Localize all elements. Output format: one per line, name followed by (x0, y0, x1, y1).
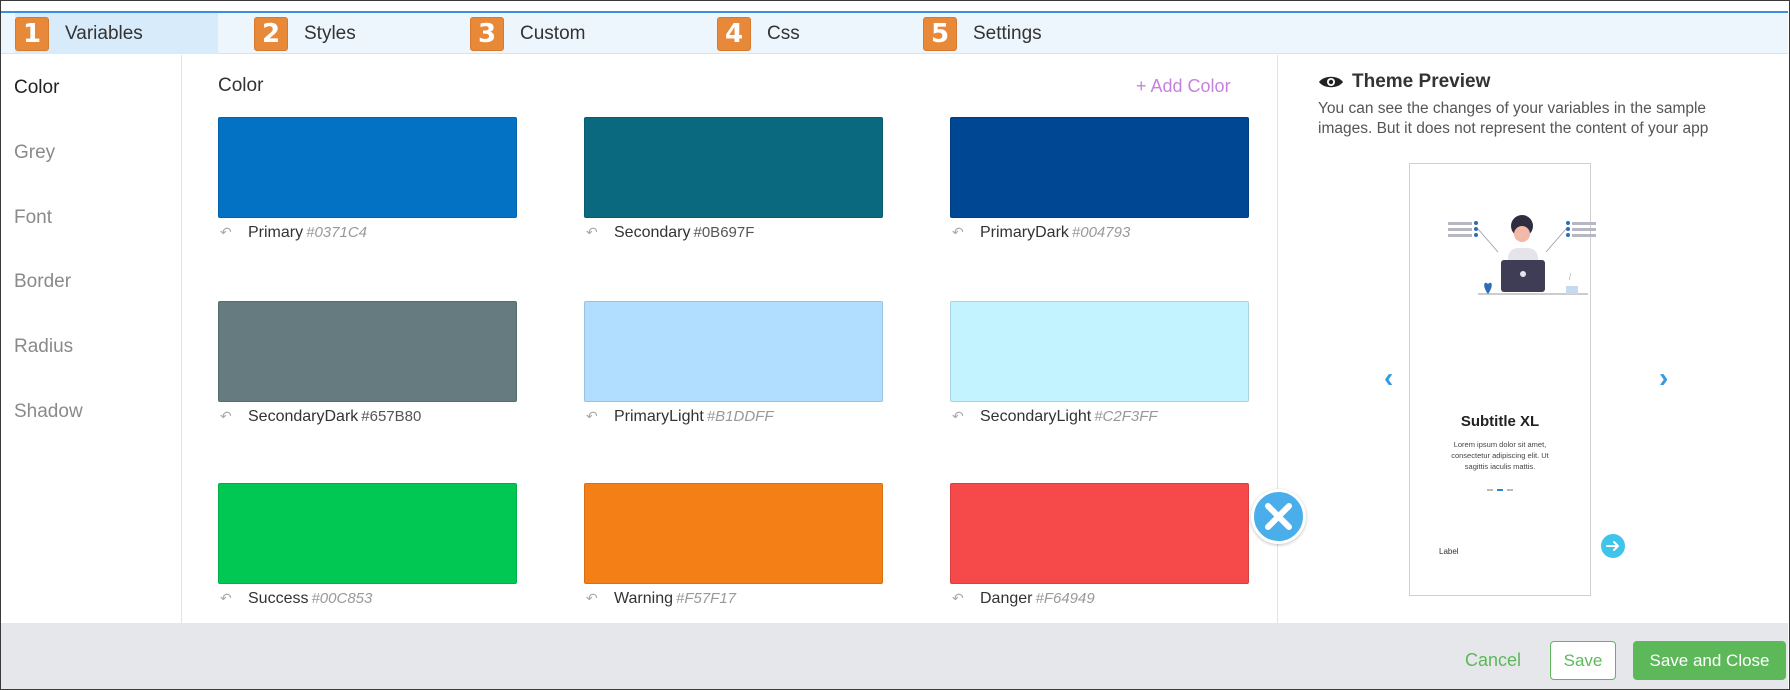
swatch-caption: ↶ Secondary #0B697F (586, 224, 754, 242)
undo-icon[interactable]: ↶ (952, 224, 966, 240)
phone-preview: Subtitle XL Lorem ipsum dolor sit amet, … (1409, 163, 1625, 596)
swatch-hex: #004793 (1071, 224, 1131, 241)
undo-icon[interactable]: ↶ (220, 224, 234, 240)
menu-item-font[interactable]: Font (14, 207, 52, 229)
pagination-dots (1410, 489, 1590, 491)
save-and-close-button[interactable]: Save and Close (1633, 641, 1786, 680)
swatch-hex: #0B697F (693, 224, 755, 241)
tab-number: 2 (254, 16, 288, 51)
preview-title: Theme Preview (1352, 71, 1491, 92)
swatch-caption: ↶ Primary #0371C4 (220, 224, 367, 242)
swatch-caption: ↶ PrimaryDark #004793 (952, 224, 1130, 242)
tab-number: 5 (923, 16, 957, 51)
undo-icon[interactable]: ↶ (586, 590, 600, 606)
undo-icon[interactable]: ↶ (952, 408, 966, 424)
swatch-name: PrimaryDark (980, 224, 1069, 241)
color-swatch-secondarylight[interactable] (950, 301, 1249, 402)
arrow-right-circle-icon (1601, 534, 1625, 558)
illustration-image (1448, 215, 1596, 295)
color-swatch-primarylight[interactable] (584, 301, 883, 402)
tab-label: Variables (65, 22, 143, 44)
preview-label: Label (1439, 547, 1459, 556)
color-swatch-secondarydark[interactable] (218, 301, 517, 402)
swatch-hex: #F64949 (1035, 590, 1095, 607)
tab-label: Custom (520, 22, 586, 44)
color-swatch-secondary[interactable] (584, 117, 883, 218)
eye-icon (1319, 76, 1343, 88)
variables-menu: Color Grey Font Border Radius Shadow (1, 55, 182, 623)
chevron-left-icon[interactable]: ‹ (1384, 362, 1393, 394)
pagination-dot (1507, 489, 1513, 491)
swatch-caption: ↶ SecondaryLight #C2F3FF (952, 408, 1158, 426)
undo-icon[interactable]: ↶ (586, 224, 600, 240)
tab-label: Styles (304, 22, 356, 44)
cancel-button[interactable]: Cancel (1465, 650, 1521, 671)
undo-icon[interactable]: ↶ (220, 408, 234, 424)
swatch-hex: #C2F3FF (1094, 408, 1158, 425)
tab-number: 1 (15, 16, 49, 51)
swatch-name: SecondaryDark (248, 408, 359, 425)
swatch-name: Success (248, 590, 309, 607)
menu-item-grey[interactable]: Grey (14, 142, 55, 164)
preview-description: You can see the changes of your variable… (1318, 100, 1709, 137)
swatch-name: SecondaryLight (980, 408, 1092, 425)
undo-icon[interactable]: ↶ (586, 408, 600, 424)
color-swatch-success[interactable] (218, 483, 517, 584)
color-swatch-primarydark[interactable] (950, 117, 1249, 218)
swatch-caption: ↶ PrimaryLight #B1DDFF (586, 408, 774, 426)
tab-variables[interactable]: 1 Variables (15, 13, 218, 54)
swatch-caption: ↶ Warning #F57F17 (586, 590, 736, 608)
menu-item-radius[interactable]: Radius (14, 336, 73, 358)
swatch-caption: ↶ Success #00C853 (220, 590, 372, 608)
tab-number: 4 (717, 16, 751, 51)
swatch-hex: #0371C4 (306, 224, 367, 241)
tab-label: Settings (973, 22, 1042, 44)
close-icon (1265, 503, 1292, 530)
pagination-dot-active (1497, 489, 1503, 491)
swatch-name: Warning (614, 590, 673, 607)
tab-custom[interactable]: 3 Custom (470, 13, 630, 54)
menu-item-border[interactable]: Border (14, 271, 71, 293)
tab-styles[interactable]: 2 Styles (254, 13, 414, 54)
color-swatch-warning[interactable] (584, 483, 883, 584)
color-swatch-primary[interactable] (218, 117, 517, 218)
swatch-caption: ↶ Danger #F64949 (952, 590, 1095, 608)
swatch-hex: #F57F17 (675, 590, 737, 607)
swatch-hex: #00C853 (311, 590, 373, 607)
swatch-name: Secondary (614, 224, 691, 241)
undo-icon[interactable]: ↶ (220, 590, 234, 606)
tab-label: Css (767, 22, 800, 44)
tab-number: 3 (470, 16, 504, 51)
save-button[interactable]: Save (1550, 641, 1616, 680)
swatch-hex: #B1DDFF (706, 408, 774, 425)
pagination-dot (1487, 489, 1493, 491)
section-title: Color (218, 75, 264, 96)
preview-heading: Theme Preview (1318, 71, 1490, 93)
color-swatch-danger[interactable] (950, 483, 1249, 584)
swatch-name: PrimaryLight (614, 408, 704, 425)
tab-settings[interactable]: 5 Settings (923, 13, 1083, 54)
preview-subtitle: Subtitle XL (1460, 413, 1540, 430)
preview-body-text: Lorem ipsum dolor sit amet, consectetur … (1451, 440, 1549, 471)
tab-css[interactable]: 4 Css (717, 13, 857, 54)
swatch-name: Danger (980, 590, 1033, 607)
add-color-button[interactable]: + Add Color (1136, 76, 1231, 97)
menu-item-color[interactable]: Color (14, 77, 59, 99)
wizard-tabs: 1 Variables 2 Styles 3 Custom 4 Css 5 Se… (1, 11, 1788, 54)
swatch-hex: #657B80 (361, 408, 422, 425)
menu-item-shadow[interactable]: Shadow (14, 401, 83, 423)
swatch-caption: ↶ SecondaryDark #657B80 (220, 408, 421, 426)
undo-icon[interactable]: ↶ (952, 590, 966, 606)
close-button[interactable] (1251, 489, 1306, 544)
swatch-name: Primary (248, 224, 304, 241)
chevron-right-icon[interactable]: › (1659, 362, 1668, 394)
